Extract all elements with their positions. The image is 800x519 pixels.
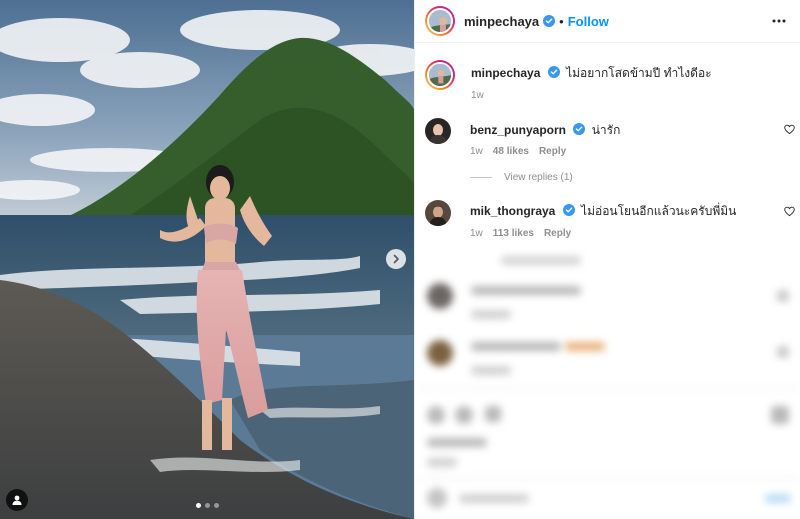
blurred-text — [471, 310, 511, 319]
follow-button[interactable]: Follow — [568, 14, 609, 29]
blurred-icon — [455, 406, 473, 424]
avatar-image — [429, 10, 451, 32]
comment-username[interactable]: benz_punyaporn — [470, 123, 566, 137]
caption-username[interactable]: minpechaya — [471, 66, 540, 80]
more-options-icon[interactable] — [771, 13, 787, 29]
blurred-text — [427, 458, 457, 467]
beach-photo — [0, 0, 414, 519]
blurred-text — [471, 342, 561, 351]
comment-likes[interactable]: 113 likes — [493, 228, 534, 239]
avatar-image — [425, 118, 451, 144]
chevron-right-icon — [393, 254, 399, 264]
carousel-indicator — [196, 503, 219, 508]
next-slide-button[interactable] — [386, 249, 406, 269]
blurred-text — [471, 286, 581, 295]
blurred-text — [565, 342, 605, 351]
blurred-avatar — [427, 283, 453, 309]
comment-text: น่ารัก — [591, 123, 621, 137]
verified-badge-icon — [562, 204, 575, 216]
blurred-icon — [777, 290, 789, 302]
commenter-avatar[interactable] — [425, 118, 451, 144]
comment-time: 1w — [470, 146, 483, 157]
comment-likes[interactable]: 48 likes — [493, 146, 529, 157]
carousel-dot — [196, 503, 201, 508]
caption-text: ไม่อยากโสดข้ามปี ทำไงดีอะ — [566, 66, 712, 80]
reply-button[interactable]: Reply — [544, 228, 571, 239]
blurred-icon — [485, 406, 501, 422]
post-header: minpechaya • Follow — [415, 0, 800, 43]
comment-username[interactable]: mik_thongraya — [470, 204, 555, 218]
comment-meta: 1w 48 likes Reply — [470, 146, 566, 157]
caption-body: minpechaya ไม่อยากโสดข้ามปี ทำไงดีอะ — [471, 65, 761, 81]
verified-badge-icon — [573, 123, 586, 135]
blurred-text — [471, 366, 511, 375]
blurred-text — [765, 494, 791, 503]
blurred-icon — [777, 346, 789, 358]
comment-time: 1w — [470, 228, 483, 239]
view-replies-button[interactable]: View replies (1) — [470, 172, 573, 183]
author-username[interactable]: minpechaya — [464, 14, 539, 29]
blurred-avatar — [427, 340, 453, 366]
comment-text: ไม่อ่อนโยนอีกแล้วนะครับพี่มิน — [581, 204, 737, 218]
blurred-icon — [427, 488, 447, 508]
heart-icon[interactable] — [784, 206, 795, 217]
separator-dot: • — [559, 13, 564, 29]
instagram-post: minpechaya • Follow minpechaya ไม่อยากโส… — [0, 0, 800, 519]
blurred-content — [415, 248, 800, 519]
view-replies-label: View replies (1) — [504, 172, 573, 183]
post-side-panel: minpechaya • Follow minpechaya ไม่อยากโส… — [414, 0, 800, 519]
caption-meta: 1w — [471, 90, 484, 101]
comment-meta: 1w 113 likes Reply — [470, 228, 571, 239]
comment-item: mik_thongraya ไม่อ่อนโยนอีกแล้วนะครับพี่… — [425, 200, 795, 245]
tagged-users-button[interactable] — [6, 489, 28, 511]
author-avatar[interactable] — [425, 6, 455, 36]
verified-badge-icon — [547, 66, 560, 78]
user-tag-icon — [12, 495, 22, 505]
blurred-divider — [415, 388, 800, 389]
avatar-image — [427, 62, 453, 88]
blurred-icon — [771, 406, 789, 424]
post-caption: minpechaya ไม่อยากโสดข้ามปี ทำไงดีอะ 1w — [425, 60, 795, 105]
reply-button[interactable]: Reply — [539, 146, 566, 157]
comment-item: benz_punyaporn น่ารัก 1w 48 likes Reply — [425, 118, 795, 163]
blurred-text — [459, 494, 529, 503]
replies-divider — [470, 177, 492, 178]
verified-badge-icon — [543, 15, 556, 27]
avatar-image — [425, 200, 451, 226]
commenter-avatar[interactable] — [425, 200, 451, 226]
comment-body: mik_thongraya ไม่อ่อนโยนอีกแล้วนะครับพี่… — [470, 203, 760, 219]
blurred-divider — [415, 478, 800, 479]
post-photo[interactable] — [0, 0, 414, 519]
caption-author-avatar[interactable] — [425, 60, 455, 90]
carousel-dot — [205, 503, 210, 508]
caption-time: 1w — [471, 90, 484, 101]
blurred-icon — [427, 406, 445, 424]
heart-icon[interactable] — [784, 124, 795, 135]
carousel-dot — [214, 503, 219, 508]
blurred-text — [427, 438, 487, 447]
comment-body: benz_punyaporn น่ารัก — [470, 122, 760, 138]
blurred-text — [501, 256, 581, 265]
